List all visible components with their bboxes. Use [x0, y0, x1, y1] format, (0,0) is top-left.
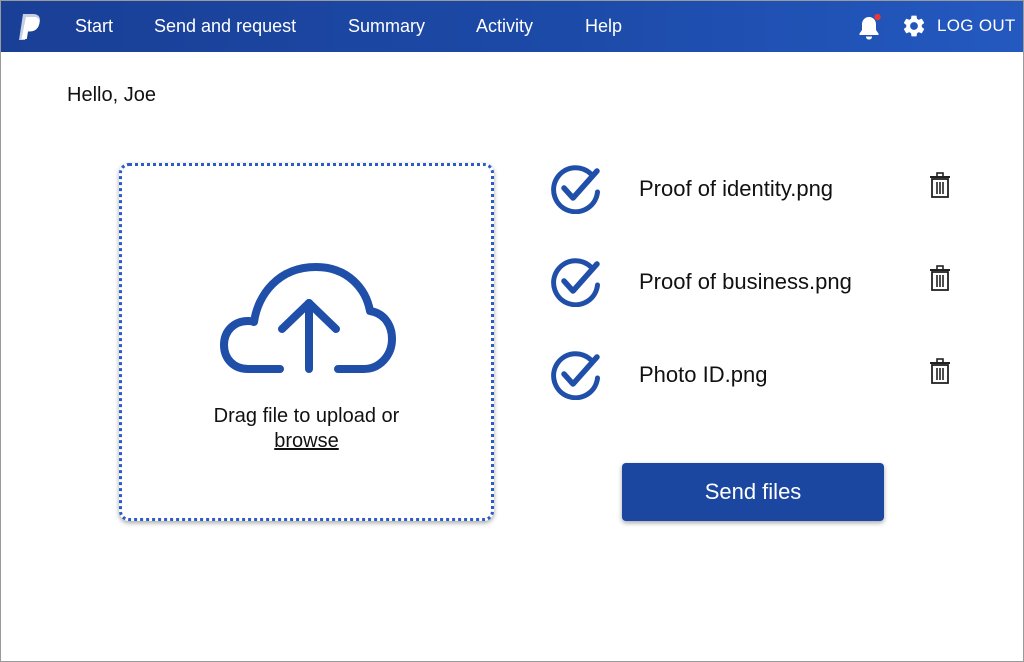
logout-button[interactable]: LOG OUT [937, 16, 1016, 36]
browse-link[interactable]: browse [274, 430, 338, 452]
bell-icon[interactable] [856, 13, 882, 41]
top-nav-bar: Start Send and request Summary Activity … [1, 1, 1023, 52]
paypal-logo-icon[interactable] [17, 12, 43, 42]
nav-start[interactable]: Start [75, 15, 113, 37]
file-list-item: Proof of business.png [550, 255, 960, 307]
nav-summary[interactable]: Summary [348, 15, 425, 37]
drop-prompt-text: Drag file to upload or [213, 405, 400, 427]
file-name: Proof of identity.png [639, 176, 834, 201]
gear-icon[interactable] [901, 13, 927, 39]
greeting-text: Hello, Joe [67, 84, 156, 106]
notification-badge [874, 13, 881, 21]
file-name: Proof of business.png [639, 269, 852, 294]
nav-send-and-request[interactable]: Send and request [154, 15, 296, 37]
app-window: Start Send and request Summary Activity … [0, 0, 1024, 662]
send-files-button[interactable]: Send files [622, 463, 884, 521]
nav-help[interactable]: Help [585, 15, 622, 37]
drop-instructions: Drag file to upload or browse [122, 404, 491, 454]
file-list-item: Photo ID.png [550, 348, 960, 400]
trash-icon[interactable] [930, 172, 950, 198]
file-drop-zone[interactable]: Drag file to upload or browse [119, 163, 494, 521]
check-circle-icon [551, 351, 600, 400]
trash-icon[interactable] [930, 358, 950, 384]
check-circle-icon [551, 258, 600, 307]
file-list-item: Proof of identity.png [550, 162, 960, 214]
nav-activity[interactable]: Activity [476, 15, 533, 37]
cloud-upload-icon [220, 263, 396, 373]
trash-icon[interactable] [930, 265, 950, 291]
check-circle-icon [551, 165, 600, 214]
file-name: Photo ID.png [639, 362, 768, 387]
